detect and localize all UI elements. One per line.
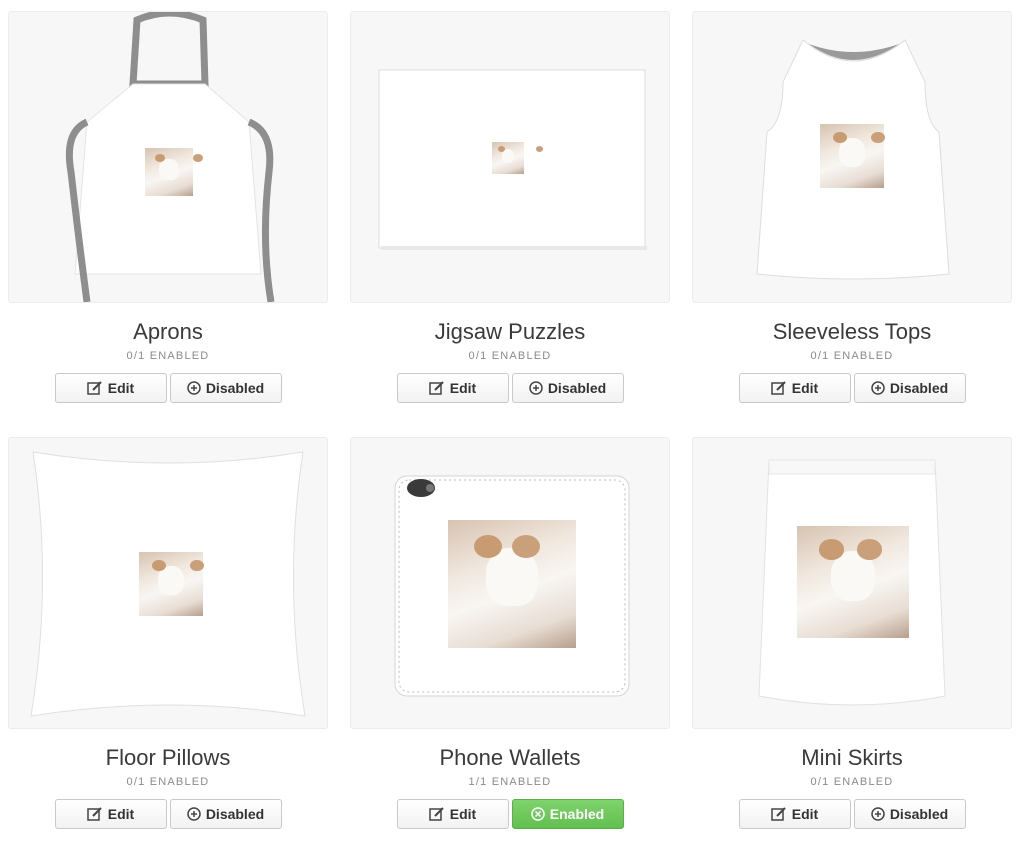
product-image-phone-wallets[interactable] [350,437,670,729]
plus-circle-icon [529,381,543,395]
product-title: Jigsaw Puzzles [434,319,586,344]
edit-icon [87,807,103,821]
disabled-toggle-button[interactable]: Disabled [853,799,966,829]
edit-button[interactable]: Edit [396,799,509,829]
edit-icon [87,381,103,395]
toggle-label: Disabled [889,380,949,396]
product-grid: Aprons 0/1 ENABLED Edit Disabled Jigsaw … [0,0,1024,848]
edit-icon [771,381,787,395]
product-image-sleeveless-tops[interactable] [692,11,1012,303]
product-status: 0/1 ENABLED [468,350,552,362]
edit-button[interactable]: Edit [396,373,509,403]
edit-label: Edit [791,806,819,822]
product-card-sleeveless-tops: Sleeveless Tops 0/1 ENABLED Edit Disable… [692,11,1012,403]
product-card-mini-skirts: Mini Skirts 0/1 ENABLED Edit Disabled [692,437,1012,829]
product-actions: Edit Disabled [692,373,1012,403]
product-actions: Edit Enabled [350,799,670,829]
edit-button[interactable]: Edit [738,799,851,829]
product-title: Mini Skirts [801,745,903,770]
cat-photo [492,142,524,174]
plus-circle-icon [187,381,201,395]
product-actions: Edit Disabled [350,373,670,403]
cat-photo [820,124,884,188]
disabled-toggle-button[interactable]: Disabled [511,373,624,403]
edit-label: Edit [107,806,135,822]
product-actions: Edit Disabled [8,799,328,829]
toggle-label: Enabled [549,806,605,822]
edit-label: Edit [449,806,477,822]
edit-button[interactable]: Edit [738,373,851,403]
product-status: 0/1 ENABLED [810,776,894,788]
edit-icon [429,381,445,395]
enabled-toggle-button[interactable]: Enabled [511,799,624,829]
edit-button[interactable]: Edit [54,799,167,829]
cat-photo [145,148,193,196]
product-actions: Edit Disabled [692,799,1012,829]
product-image-aprons[interactable] [8,11,328,303]
edit-label: Edit [791,380,819,396]
product-image-jigsaw-puzzles[interactable] [350,11,670,303]
edit-label: Edit [449,380,477,396]
product-status: 0/1 ENABLED [126,350,210,362]
disabled-toggle-button[interactable]: Disabled [853,373,966,403]
plus-circle-icon [871,807,885,821]
product-title: Sleeveless Tops [772,319,932,344]
cat-photo [797,526,909,638]
close-circle-icon [531,807,545,821]
toggle-label: Disabled [547,380,607,396]
edit-icon [771,807,787,821]
product-title: Aprons [133,319,203,344]
toggle-label: Disabled [205,380,265,396]
product-card-aprons: Aprons 0/1 ENABLED Edit Disabled [8,11,328,403]
toggle-label: Disabled [889,806,949,822]
plus-circle-icon [871,381,885,395]
product-status: 0/1 ENABLED [126,776,210,788]
plus-circle-icon [187,807,201,821]
disabled-toggle-button[interactable]: Disabled [169,373,282,403]
cat-photo [448,520,576,648]
product-title: Phone Wallets [439,745,581,770]
product-card-phone-wallets: Phone Wallets 1/1 ENABLED Edit Enabled [350,437,670,829]
edit-button[interactable]: Edit [54,373,167,403]
product-status: 1/1 ENABLED [468,776,552,788]
edit-label: Edit [107,380,135,396]
product-actions: Edit Disabled [8,373,328,403]
toggle-label: Disabled [205,806,265,822]
product-card-floor-pillows: Floor Pillows 0/1 ENABLED Edit Disabled [8,437,328,829]
product-title: Floor Pillows [105,745,231,770]
edit-icon [429,807,445,821]
cat-photo [139,552,203,616]
product-image-floor-pillows[interactable] [8,437,328,729]
disabled-toggle-button[interactable]: Disabled [169,799,282,829]
product-card-jigsaw-puzzles: Jigsaw Puzzles 0/1 ENABLED Edit Disabled [350,11,670,403]
product-status: 0/1 ENABLED [810,350,894,362]
product-image-mini-skirts[interactable] [692,437,1012,729]
